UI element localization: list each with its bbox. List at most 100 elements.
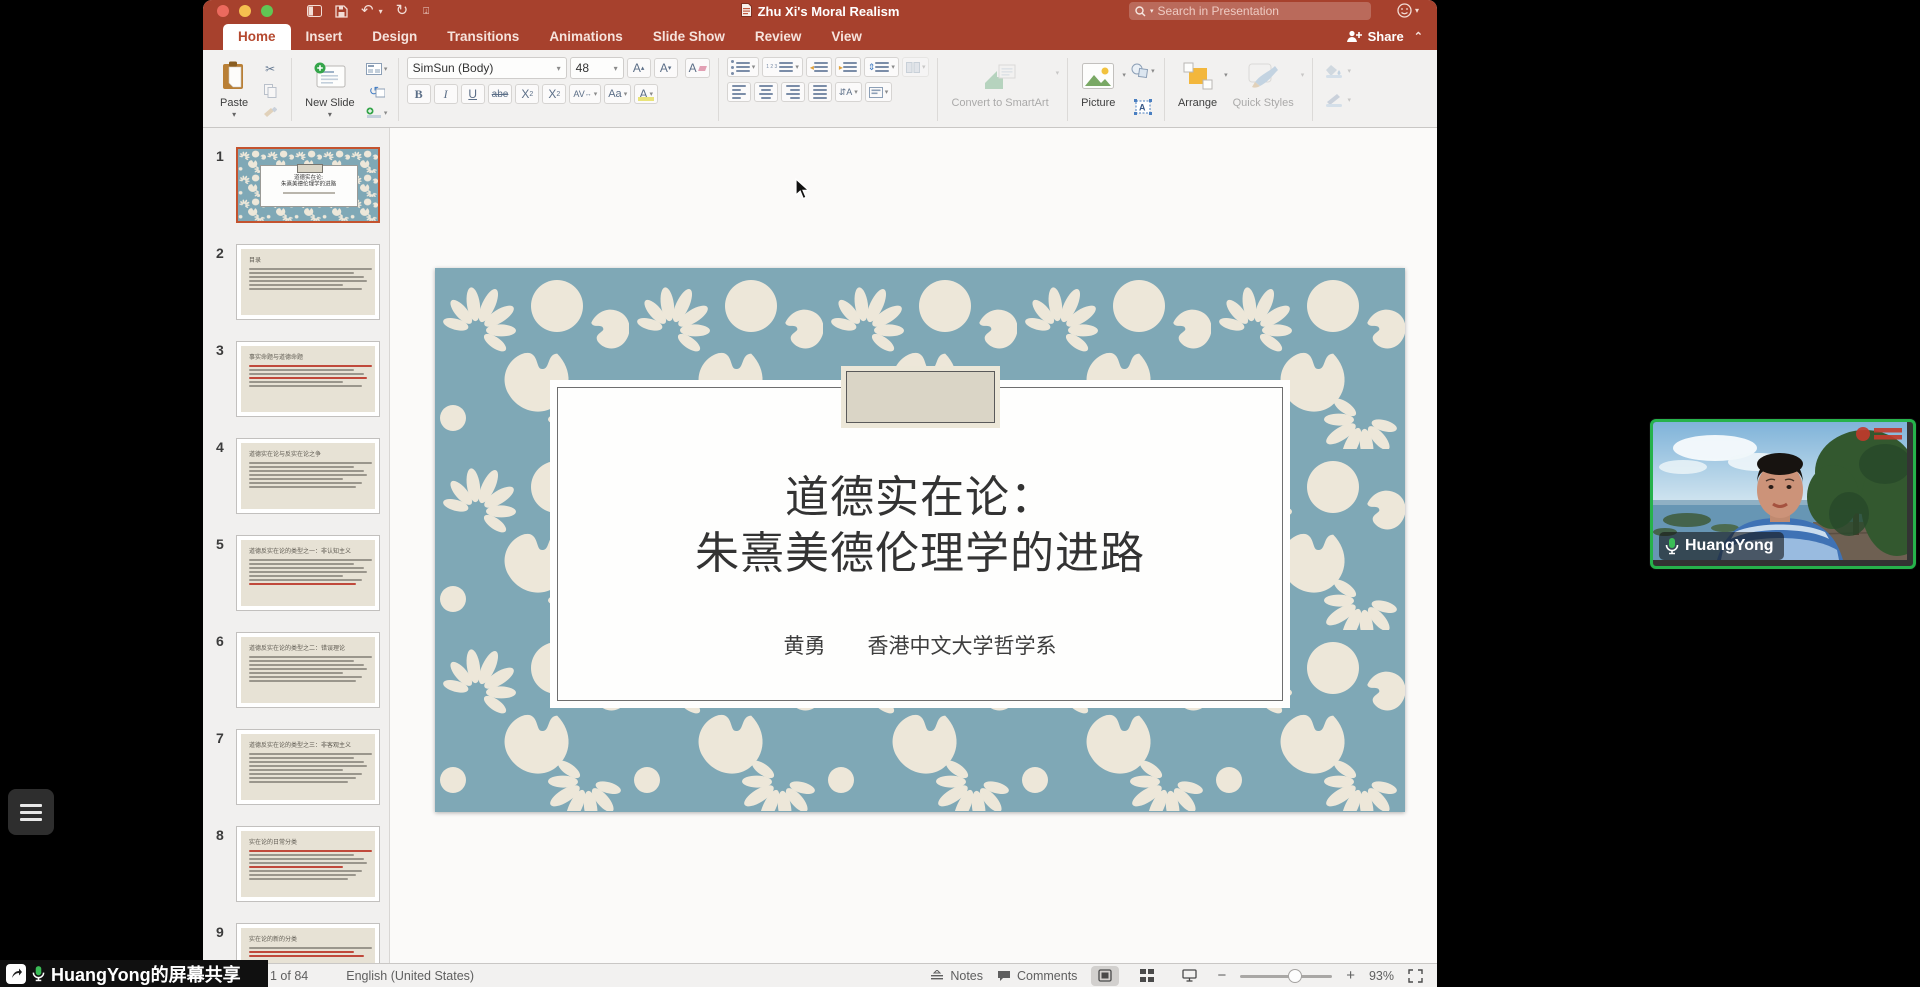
search-input[interactable]: ▾ Search in Presentation: [1129, 2, 1371, 20]
text-direction-button[interactable]: ⇵A▾: [835, 82, 862, 102]
slide-thumbnail-4[interactable]: 4道德实在论与反实在论之争: [203, 438, 389, 514]
thumbnail-content: 实在论的新的分类: [241, 928, 375, 963]
align-right-button[interactable]: [781, 82, 805, 102]
copy-icon[interactable]: [257, 81, 283, 100]
font-name-select[interactable]: SimSun (Body)▾: [407, 57, 567, 79]
bullets-button[interactable]: ▾: [727, 57, 760, 77]
font-group: SimSun (Body)▾ 48▾ A▴ A▾ A B I U abe: [401, 55, 716, 124]
feedback-smiley-icon[interactable]: ▾: [1397, 3, 1419, 18]
font-size-select[interactable]: 48▾: [570, 57, 624, 79]
shape-line-icon[interactable]: ▾: [1325, 90, 1351, 109]
align-text-button[interactable]: ▾: [865, 82, 893, 102]
tab-insert[interactable]: Insert: [291, 24, 358, 50]
comments-toggle[interactable]: Comments: [997, 969, 1077, 983]
slide-thumbnail-3[interactable]: 3事实命题与道德命题: [203, 341, 389, 417]
zoom-annotation-button[interactable]: [8, 789, 54, 835]
slide-canvas[interactable]: 道德实在论： 朱熹美德伦理学的进路 黄勇 香港中文大学哲学系: [435, 268, 1405, 812]
paste-button[interactable]: Paste ▾: [215, 57, 253, 123]
tab-view[interactable]: View: [816, 24, 877, 50]
slide-layout-icon[interactable]: ▾: [364, 59, 390, 78]
character-spacing-button[interactable]: AV↔▾: [569, 84, 601, 104]
language-indicator[interactable]: English (United States): [346, 969, 474, 983]
thumbnail-preview[interactable]: 事实命题与道德命题: [236, 341, 380, 417]
tab-transitions[interactable]: Transitions: [432, 24, 534, 50]
columns-button[interactable]: ▾: [902, 57, 930, 77]
notes-toggle[interactable]: Notes: [930, 969, 983, 983]
shapes-icon[interactable]: ▾: [1130, 61, 1156, 80]
slideshow-view-button[interactable]: [1175, 966, 1203, 986]
tab-animations[interactable]: Animations: [534, 24, 638, 50]
slide-thumbnail-5[interactable]: 5道德反实在论的类型之一：非认知主义: [203, 535, 389, 611]
decorative-tab-shape[interactable]: [846, 371, 995, 423]
font-name-value: SimSun (Body): [413, 61, 494, 75]
thumbnail-preview[interactable]: 道德实在论:朱熹美德伦理学的进路: [236, 147, 380, 223]
normal-view-button[interactable]: [1091, 966, 1119, 986]
text-box-icon[interactable]: A: [1130, 97, 1156, 116]
bold-button[interactable]: B: [407, 84, 431, 104]
new-slide-button[interactable]: New Slide ▾: [300, 57, 360, 123]
zoom-out-button[interactable]: −: [1217, 967, 1226, 984]
slide-thumbnail-9[interactable]: 9实在论的新的分类: [203, 923, 389, 963]
line-spacing-button[interactable]: ⇕▾: [864, 57, 899, 77]
tab-review[interactable]: Review: [740, 24, 817, 50]
slide-thumbnail-8[interactable]: 8实在论的日常分类: [203, 826, 389, 902]
picture-button[interactable]: Picture: [1076, 57, 1120, 111]
increase-indent-button[interactable]: ▸: [835, 57, 861, 77]
font-color-button[interactable]: A▾: [634, 84, 658, 104]
arrange-button[interactable]: Arrange: [1173, 57, 1222, 111]
thumbnail-number: 4: [203, 438, 236, 514]
subscript-button[interactable]: X2: [542, 84, 566, 104]
numbering-button[interactable]: 1 2 3▾: [762, 57, 803, 77]
section-icon[interactable]: ▾: [364, 103, 390, 122]
thumbnail-preview[interactable]: 道德反实在论的类型之一：非认知主义: [236, 535, 380, 611]
superscript-button[interactable]: X2: [515, 84, 539, 104]
thumbnail-preview[interactable]: 道德实在论与反实在论之争: [236, 438, 380, 514]
tab-slide-show[interactable]: Slide Show: [638, 24, 740, 50]
clear-formatting-button[interactable]: A: [685, 58, 710, 78]
zoom-in-button[interactable]: +: [1346, 967, 1355, 984]
decrease-indent-button[interactable]: ◂: [806, 57, 832, 77]
convert-smartart-label: Convert to SmartArt: [951, 97, 1048, 109]
slide-thumbnail-2[interactable]: 2目录: [203, 244, 389, 320]
format-painter-icon[interactable]: [257, 103, 283, 122]
slide-subtitle-text[interactable]: 黄勇 香港中文大学哲学系: [550, 630, 1290, 660]
increase-font-size-button[interactable]: A▴: [627, 58, 651, 78]
thumbnail-preview[interactable]: 目录: [236, 244, 380, 320]
shape-fill-icon[interactable]: ▾: [1325, 61, 1351, 80]
underline-button[interactable]: U: [461, 84, 485, 104]
slide-thumbnail-panel[interactable]: 1道德实在论:朱熹美德伦理学的进路2目录3事实命题与道德命题4道德实在论与反实在…: [203, 128, 390, 963]
fit-slide-to-window-icon[interactable]: [1408, 969, 1423, 983]
align-left-button[interactable]: [727, 82, 751, 102]
italic-button[interactable]: I: [434, 84, 458, 104]
strikethrough-button[interactable]: abe: [488, 84, 513, 104]
slide-thumbnail-7[interactable]: 7道德反实在论的类型之三：非客观主义: [203, 729, 389, 805]
slide-thumbnail-1[interactable]: 1道德实在论:朱熹美德伦理学的进路: [203, 147, 389, 223]
zoom-slider-thumb[interactable]: [1288, 969, 1302, 983]
search-scope-caret-icon[interactable]: ▾: [1150, 7, 1154, 15]
quick-styles-icon: [1247, 59, 1279, 93]
title-placeholder[interactable]: 道德实在论： 朱熹美德伦理学的进路 黄勇 香港中文大学哲学系: [550, 380, 1290, 708]
decrease-font-size-button[interactable]: A▾: [654, 58, 678, 78]
thumbnail-preview[interactable]: 实在论的新的分类: [236, 923, 380, 963]
thumbnail-preview[interactable]: 实在论的日常分类: [236, 826, 380, 902]
thumbnail-number: 3: [203, 341, 236, 417]
tab-home[interactable]: Home: [223, 24, 291, 50]
zoom-slider[interactable]: [1240, 969, 1332, 983]
justify-button[interactable]: [808, 82, 832, 102]
slide-title-text[interactable]: 道德实在论： 朱熹美德伦理学的进路: [550, 470, 1290, 582]
align-center-button[interactable]: [754, 82, 778, 102]
share-button[interactable]: Share: [1346, 29, 1404, 44]
quick-styles-button[interactable]: Quick Styles: [1228, 57, 1299, 111]
zoom-percentage[interactable]: 93%: [1369, 969, 1394, 983]
cut-icon[interactable]: ✂: [257, 59, 283, 78]
slide-thumbnail-6[interactable]: 6道德反实在论的类型之二：错误理论: [203, 632, 389, 708]
thumbnail-preview[interactable]: 道德反实在论的类型之二：错误理论: [236, 632, 380, 708]
convert-to-smartart-button[interactable]: Convert to SmartArt: [946, 57, 1053, 111]
reset-slide-icon[interactable]: ↺: [364, 81, 390, 100]
slide-sorter-view-button[interactable]: [1133, 966, 1161, 986]
participant-video-tile[interactable]: HuangYong: [1650, 419, 1916, 569]
tab-design[interactable]: Design: [357, 24, 432, 50]
change-case-button[interactable]: Aa▾: [604, 84, 631, 104]
thumbnail-preview[interactable]: 道德反实在论的类型之三：非客观主义: [236, 729, 380, 805]
collapse-ribbon-icon[interactable]: ⌃: [1414, 30, 1423, 43]
